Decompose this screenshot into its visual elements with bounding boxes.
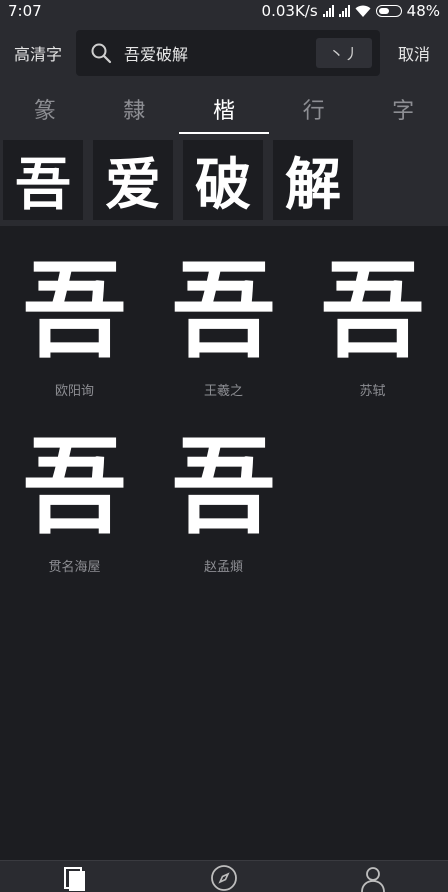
bottom-nav [0,860,448,892]
battery-icon [375,5,402,17]
status-time: 7:07 [8,2,42,20]
stroke-button[interactable]: 丶丿 [316,38,372,68]
results-grid: 吾 欧阳询 吾 王羲之 吾 苏轼 吾 贯名海屋 吾 赵孟頫 [0,226,448,860]
copy-icon [63,867,85,891]
result-item[interactable]: 吾 贯名海屋 [0,422,149,575]
result-item[interactable]: 吾 欧阳询 [0,246,149,399]
char-cell[interactable]: 破 [183,140,263,220]
char-cell[interactable]: 解 [273,140,353,220]
nav-profile[interactable] [299,861,448,892]
user-icon [361,867,386,892]
nav-discover[interactable] [149,861,298,892]
result-glyph: 吾 [22,425,127,548]
status-bar: 7:07 0.03K/s 48% [0,0,448,22]
result-author: 王羲之 [203,384,243,399]
tab-seal[interactable]: 篆 [0,84,90,134]
status-right: 0.03K/s 48% [262,2,440,20]
search-icon [91,43,112,64]
net-speed: 0.03K/s [261,2,318,20]
char-cell[interactable]: 吾 [3,140,83,220]
style-tabs: 篆 隸 楷 行 字 [0,84,448,134]
result-author: 苏轼 [359,384,386,399]
top-bar: 高清字 吾爱破解 丶丿 取消 [0,22,448,84]
result-author: 贯名海屋 [48,560,101,575]
result-item[interactable]: 吾 赵孟頫 [149,422,298,575]
hd-label[interactable]: 高清字 [0,41,76,65]
battery-level: 48% [406,2,440,20]
tab-regular[interactable]: 楷 [179,84,269,134]
signal-icon-2 [338,5,350,17]
result-glyph: 吾 [22,249,127,372]
nav-library[interactable] [0,861,149,892]
signal-icon [322,5,334,17]
tab-running[interactable]: 行 [269,84,359,134]
char-cell[interactable]: 爱 [93,140,173,220]
tab-cursive[interactable]: 字 [358,84,448,134]
cancel-button[interactable]: 取消 [380,41,448,65]
result-author: 欧阳询 [54,384,94,399]
result-item[interactable]: 吾 苏轼 [298,246,447,399]
wifi-icon [355,5,371,17]
result-item[interactable]: 吾 王羲之 [149,246,298,399]
result-glyph: 吾 [171,425,276,548]
char-strip: 吾 爱 破 解 [0,134,448,226]
search-input[interactable]: 吾爱破解 [124,41,316,65]
tab-clerical[interactable]: 隸 [90,84,180,134]
compass-icon [211,865,237,891]
result-glyph: 吾 [320,249,425,372]
result-author: 赵孟頫 [203,560,243,575]
result-glyph: 吾 [171,249,276,372]
search-box[interactable]: 吾爱破解 丶丿 [76,30,380,76]
